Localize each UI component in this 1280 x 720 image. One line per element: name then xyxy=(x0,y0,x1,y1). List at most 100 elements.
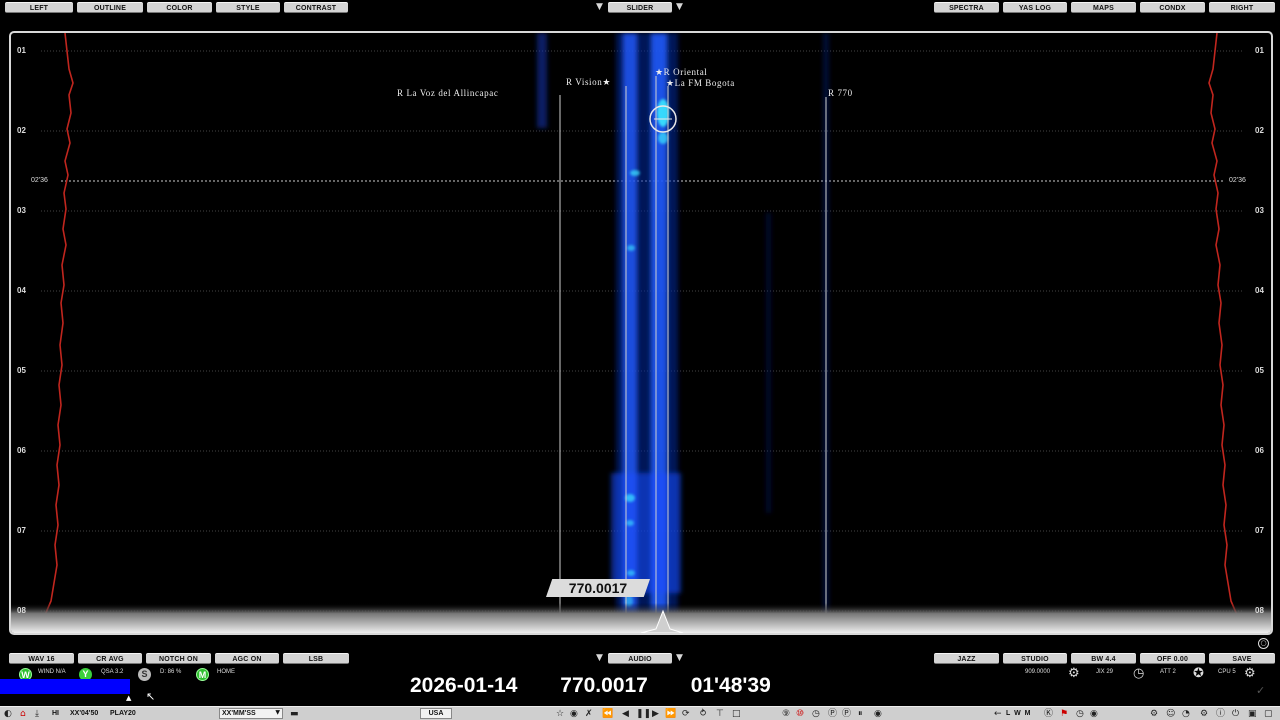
antenna-icon[interactable]: ▬ xyxy=(290,708,299,720)
zoom-icon[interactable]: ○ xyxy=(1258,638,1269,649)
offset-button[interactable]: OFF 0.00 xyxy=(1140,653,1205,664)
arrow-left-icon[interactable]: ← xyxy=(994,708,1002,720)
settings-icon[interactable]: ⚙ xyxy=(1150,708,1158,720)
pie-icon[interactable]: ◔ xyxy=(1182,708,1190,720)
fast-forward-icon[interactable]: ⏩ xyxy=(665,708,676,720)
station-label[interactable]: ★La FM Bogota xyxy=(666,78,735,89)
help-icon[interactable]: ⓘ xyxy=(1216,708,1225,720)
clock-icon[interactable]: ◷ xyxy=(1133,666,1144,681)
tune-icon[interactable]: ⥁ xyxy=(700,708,706,720)
globe-icon[interactable]: ◐ xyxy=(4,708,12,720)
left-button[interactable]: LEFT xyxy=(5,2,73,13)
notch-on-button[interactable]: NOTCH ON xyxy=(146,653,211,664)
station-label[interactable]: R La Voz del Allincapac xyxy=(397,88,498,98)
signal-column-weak xyxy=(537,33,547,128)
layout-icon[interactable]: ▣ xyxy=(1248,708,1257,720)
right-button[interactable]: RIGHT xyxy=(1209,2,1275,13)
home-status-icon[interactable]: M xyxy=(196,668,209,681)
cr-avg-button[interactable]: CR AVG xyxy=(78,653,142,664)
mute-icon[interactable]: ◉ xyxy=(1090,708,1098,720)
filter-icon[interactable]: ⊤ xyxy=(716,708,724,720)
agc-on-button[interactable]: AGC ON xyxy=(215,653,279,664)
play-label[interactable]: PLAY20 xyxy=(110,708,136,720)
slider-button[interactable]: SLIDER xyxy=(608,2,672,13)
save-button[interactable]: SAVE xyxy=(1209,653,1275,664)
mouse-cursor-icon: ↖ xyxy=(146,690,156,703)
spectra-button[interactable]: SPECTRA xyxy=(934,2,999,13)
yas-log-button[interactable]: YAS LOG xyxy=(1003,2,1067,13)
chevron-down-icon[interactable]: ▼ xyxy=(676,653,683,664)
chat-icon[interactable]: □ xyxy=(732,708,741,720)
chevron-down-icon[interactable]: ▼ xyxy=(676,2,683,13)
loop-icon[interactable]: ⟳ xyxy=(682,708,690,720)
band-letters[interactable]: L W M xyxy=(1006,708,1031,720)
color-button[interactable]: COLOR xyxy=(147,2,212,13)
time-tick: 06 xyxy=(17,446,26,455)
clock-icon[interactable]: ◷ xyxy=(1076,708,1084,720)
chevron-down-icon[interactable]: ▼ xyxy=(596,2,603,13)
offset-label: XX'04'50 xyxy=(70,710,99,717)
lsb-button[interactable]: LSB xyxy=(283,653,349,664)
audio-button[interactable]: AUDIO xyxy=(608,653,672,664)
hi-label[interactable]: HI xyxy=(52,708,59,720)
maps-button[interactable]: MAPS xyxy=(1071,2,1136,13)
star-icon[interactable]: ✪ xyxy=(1193,666,1204,681)
window-icon[interactable]: ▢ xyxy=(1264,708,1273,720)
time-format-select[interactable]: XX'MM'SS ▼ xyxy=(219,708,283,719)
waterfall-display[interactable]: 01 02 03 04 05 06 07 08 01 02 03 04 05 0… xyxy=(9,31,1273,635)
pause-circle-icon[interactable]: ⏸ xyxy=(858,708,863,720)
right-edge-trace xyxy=(1208,33,1248,633)
condx-button[interactable]: CONDX xyxy=(1140,2,1205,13)
d-status: D: 86 % xyxy=(160,669,182,675)
time-tick: 03 xyxy=(1255,206,1264,215)
station-label[interactable]: R Vision★ xyxy=(566,77,611,88)
play-icon[interactable]: ▶ xyxy=(652,708,659,720)
studio-button[interactable]: STUDIO xyxy=(1003,653,1067,664)
time-tick: 02 xyxy=(1255,126,1264,135)
ten-icon[interactable]: ⑩ xyxy=(796,708,804,720)
pause-icon[interactable]: ❚❚ xyxy=(636,708,651,720)
power-icon[interactable]: ⏻ xyxy=(1232,708,1239,720)
timer-icon[interactable]: ◷ xyxy=(812,708,820,720)
k-icon[interactable]: Ⓚ xyxy=(1044,708,1053,720)
nine-icon[interactable]: ⑨ xyxy=(782,708,790,720)
sw-icon[interactable]: Ⓟ xyxy=(842,708,851,720)
star-icon[interactable]: ☆ xyxy=(556,708,564,720)
time-tick: 08 xyxy=(17,606,26,615)
readout-frequency: 770.0017 xyxy=(560,674,648,697)
prev-icon[interactable]: ◀ xyxy=(622,708,629,720)
station-label[interactable]: ★R Oriental xyxy=(655,67,707,78)
gear-icon[interactable]: ⚙ xyxy=(1200,708,1208,720)
signal-highlight xyxy=(630,170,640,176)
time-tick: 05 xyxy=(17,366,26,375)
chevron-down-icon[interactable]: ▼ xyxy=(596,653,603,664)
jazz-button[interactable]: JAZZ xyxy=(934,653,999,664)
flag-icon[interactable]: ⚑ xyxy=(1060,708,1068,720)
user-icon[interactable]: ☺ xyxy=(1166,708,1175,720)
download-icon[interactable]: ⤓ xyxy=(35,708,39,720)
mute-icon[interactable]: ◉ xyxy=(874,708,882,720)
signal-highlight xyxy=(658,132,668,144)
time-tick: 05 xyxy=(1255,366,1264,375)
home-icon[interactable]: ⌂ xyxy=(20,708,26,720)
shuffle-icon[interactable]: ✗ xyxy=(585,708,593,720)
time-tick: 03 xyxy=(17,206,26,215)
settings-icon[interactable]: ⚙ xyxy=(1244,666,1256,681)
home-status: HOME xyxy=(217,669,235,675)
verify-icon[interactable]: Ⓟ xyxy=(828,708,837,720)
s-status-icon[interactable]: S xyxy=(138,668,151,681)
tuned-frequency: 909.0000 xyxy=(1025,669,1051,675)
style-button[interactable]: STYLE xyxy=(216,2,280,13)
contrast-button[interactable]: CONTRAST xyxy=(284,2,348,13)
station-label[interactable]: R 770 xyxy=(828,88,853,98)
rewind-icon[interactable]: ⏪ xyxy=(602,708,613,720)
bw-button[interactable]: BW 4.4 xyxy=(1071,653,1136,664)
region-select[interactable]: USA xyxy=(420,708,452,719)
outline-button[interactable]: OUTLINE xyxy=(77,2,143,13)
record-icon[interactable]: ◉ xyxy=(570,708,578,720)
time-marker-label-right: 02'36 xyxy=(1229,177,1246,184)
gear-icon[interactable]: ⚙ xyxy=(1068,666,1080,681)
wav-16-button[interactable]: WAV 16 xyxy=(9,653,74,664)
readout-time: 01'48'39 xyxy=(690,674,771,697)
waterfall-graphics xyxy=(11,33,1271,633)
